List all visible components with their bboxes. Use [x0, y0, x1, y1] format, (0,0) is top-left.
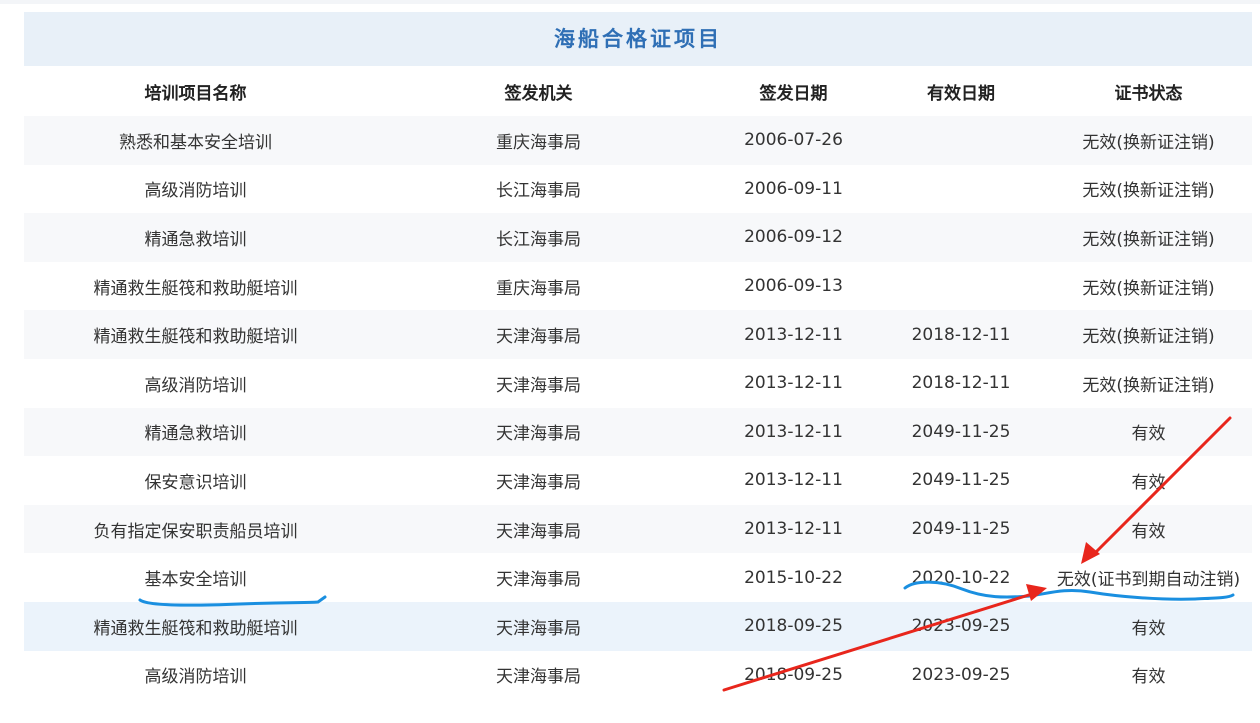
- table-row: 熟悉和基本安全培训 重庆海事局 2006-07-26 无效(换新证注销): [24, 116, 1252, 165]
- certificate-table: 培训项目名称 签发机关 签发日期 有效日期 证书状态 熟悉和基本安全培训 重庆海…: [24, 66, 1252, 700]
- cell-issue-date: 2015-10-22: [710, 553, 877, 602]
- cell-issuing-authority: 长江海事局: [367, 164, 710, 214]
- cell-course-name: 高级消防培训: [24, 164, 367, 214]
- cell-issuing-authority: 长江海事局: [367, 213, 710, 262]
- cell-issue-date: 2018-09-25: [710, 650, 877, 700]
- cell-expiry-date: 2049-11-25: [877, 456, 1045, 505]
- header-expiry-date: 有效日期: [877, 66, 1045, 116]
- cell-status: 无效(证书到期自动注销): [1045, 553, 1252, 602]
- header-course-name: 培训项目名称: [24, 66, 367, 116]
- cell-issue-date: 2006-09-12: [710, 213, 877, 262]
- cell-issue-date: 2006-09-13: [710, 261, 877, 311]
- cell-course-name: 精通救生艇筏和救助艇培训: [24, 310, 367, 359]
- cell-issue-date: 2013-12-11: [710, 310, 877, 359]
- cell-status: 有效: [1045, 504, 1252, 554]
- cell-status: 无效(换新证注销): [1045, 358, 1252, 408]
- cell-expiry-date: [877, 116, 1045, 165]
- page: 海船合格证项目 培训项目名称 签发机关 签发日期 有效日期 证书状态 熟悉和基本…: [0, 0, 1260, 723]
- cell-expiry-date: [877, 213, 1045, 262]
- cell-status: 无效(换新证注销): [1045, 213, 1252, 262]
- cell-course-name: 精通急救培训: [24, 407, 367, 457]
- cell-expiry-date: [877, 261, 1045, 311]
- table-row: 高级消防培训 天津海事局 2018-09-25 2023-09-25 有效: [24, 650, 1252, 700]
- cell-issue-date: 2013-12-11: [710, 456, 877, 505]
- cell-issue-date: 2018-09-25: [710, 601, 877, 651]
- cell-status: 无效(换新证注销): [1045, 164, 1252, 214]
- cell-course-name: 高级消防培训: [24, 358, 367, 408]
- cell-issue-date: 2006-07-26: [710, 116, 877, 165]
- cell-issue-date: 2013-12-11: [710, 407, 877, 457]
- table-row: 精通急救培训 长江海事局 2006-09-12 无效(换新证注销): [24, 213, 1252, 262]
- cell-issuing-authority: 天津海事局: [367, 407, 710, 457]
- cell-status: 有效: [1045, 407, 1252, 457]
- cell-expiry-date: [877, 164, 1045, 214]
- cell-issuing-authority: 重庆海事局: [367, 261, 710, 311]
- cell-status: 无效(换新证注销): [1045, 116, 1252, 165]
- cell-status: 有效: [1045, 601, 1252, 651]
- cell-issue-date: 2013-12-11: [710, 358, 877, 408]
- header-issue-date: 签发日期: [710, 66, 877, 116]
- cell-issue-date: 2006-09-11: [710, 164, 877, 214]
- cell-expiry-date: 2023-09-25: [877, 650, 1045, 700]
- cell-issuing-authority: 天津海事局: [367, 310, 710, 359]
- table-row: 精通救生艇筏和救助艇培训 天津海事局 2013-12-11 2018-12-11…: [24, 310, 1252, 359]
- cell-issuing-authority: 重庆海事局: [367, 116, 710, 165]
- table-row: 保安意识培训 天津海事局 2013-12-11 2049-11-25 有效: [24, 456, 1252, 505]
- cell-issuing-authority: 天津海事局: [367, 650, 710, 700]
- cell-status: 无效(换新证注销): [1045, 261, 1252, 311]
- cell-expiry-date: 2023-09-25: [877, 601, 1045, 651]
- cell-expiry-date: 2018-12-11: [877, 358, 1045, 408]
- table-header-row: 培训项目名称 签发机关 签发日期 有效日期 证书状态: [24, 66, 1252, 116]
- cell-expiry-date: 2018-12-11: [877, 310, 1045, 359]
- table-row: 高级消防培训 长江海事局 2006-09-11 无效(换新证注销): [24, 164, 1252, 214]
- table-row: 精通急救培训 天津海事局 2013-12-11 2049-11-25 有效: [24, 407, 1252, 457]
- cell-expiry-date: 2020-10-22: [877, 553, 1045, 602]
- table-row: 基本安全培训 天津海事局 2015-10-22 2020-10-22 无效(证书…: [24, 553, 1252, 602]
- cell-status: 有效: [1045, 456, 1252, 505]
- panel-title: 海船合格证项目: [24, 12, 1252, 66]
- certificate-panel: 海船合格证项目 培训项目名称 签发机关 签发日期 有效日期 证书状态 熟悉和基本…: [24, 12, 1252, 700]
- cell-issuing-authority: 天津海事局: [367, 601, 710, 651]
- cell-course-name: 精通急救培训: [24, 213, 367, 262]
- table-row: 负有指定保安职责船员培训 天津海事局 2013-12-11 2049-11-25…: [24, 504, 1252, 554]
- cell-expiry-date: 2049-11-25: [877, 407, 1045, 457]
- header-certificate-status: 证书状态: [1045, 66, 1252, 116]
- header-issuing-authority: 签发机关: [367, 66, 710, 116]
- cell-course-name: 精通救生艇筏和救助艇培训: [24, 601, 367, 651]
- cell-status: 无效(换新证注销): [1045, 310, 1252, 359]
- cell-issuing-authority: 天津海事局: [367, 553, 710, 602]
- cell-course-name: 熟悉和基本安全培训: [24, 116, 367, 165]
- top-strip: [0, 0, 1260, 4]
- table-row: 精通救生艇筏和救助艇培训 重庆海事局 2006-09-13 无效(换新证注销): [24, 261, 1252, 311]
- table-row: 高级消防培训 天津海事局 2013-12-11 2018-12-11 无效(换新…: [24, 358, 1252, 408]
- cell-issuing-authority: 天津海事局: [367, 504, 710, 554]
- cell-issuing-authority: 天津海事局: [367, 456, 710, 505]
- cell-course-name: 精通救生艇筏和救助艇培训: [24, 261, 367, 311]
- cell-course-name: 保安意识培训: [24, 456, 367, 505]
- cell-issue-date: 2013-12-11: [710, 504, 877, 554]
- cell-status: 有效: [1045, 650, 1252, 700]
- cell-course-name: 负有指定保安职责船员培训: [24, 504, 367, 554]
- cell-expiry-date: 2049-11-25: [877, 504, 1045, 554]
- cell-issuing-authority: 天津海事局: [367, 358, 710, 408]
- table-row: 精通救生艇筏和救助艇培训 天津海事局 2018-09-25 2023-09-25…: [24, 601, 1252, 651]
- cell-course-name: 高级消防培训: [24, 650, 367, 700]
- cell-course-name: 基本安全培训: [24, 553, 367, 602]
